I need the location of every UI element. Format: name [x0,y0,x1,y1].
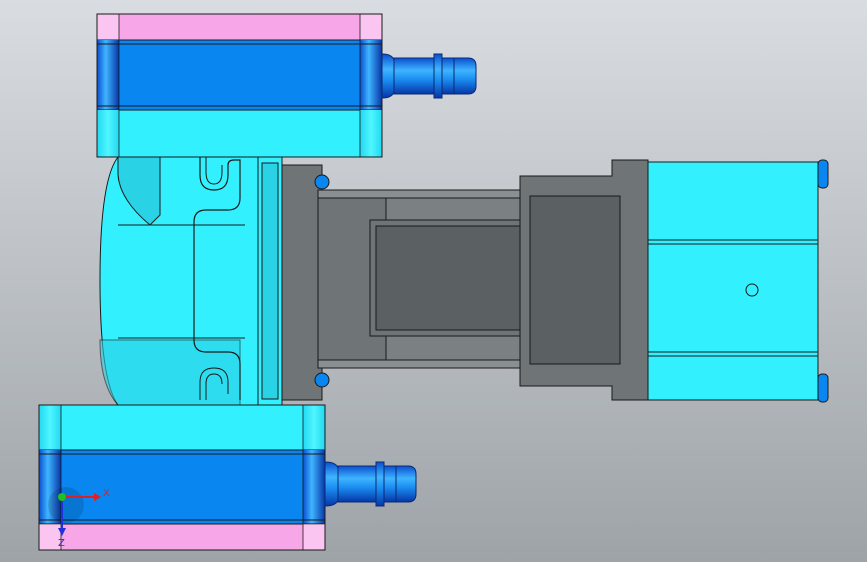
triad-z-label: Z [58,538,65,549]
mounting-plate[interactable] [257,156,283,406]
model-view[interactable]: X Z [0,0,867,562]
actuator-housing[interactable] [281,159,649,401]
bottom-manifold-block[interactable] [38,404,326,551]
top-manifold-block[interactable] [96,13,383,158]
motor-block[interactable] [647,159,829,403]
triad-y-axis [58,493,66,501]
triad-x-label: X [103,488,110,499]
top-hose-fitting[interactable] [381,53,477,99]
bottom-hose-fitting[interactable] [324,461,417,507]
center-body[interactable] [99,156,259,406]
cad-graphics-viewport[interactable]: X Z [0,0,867,562]
